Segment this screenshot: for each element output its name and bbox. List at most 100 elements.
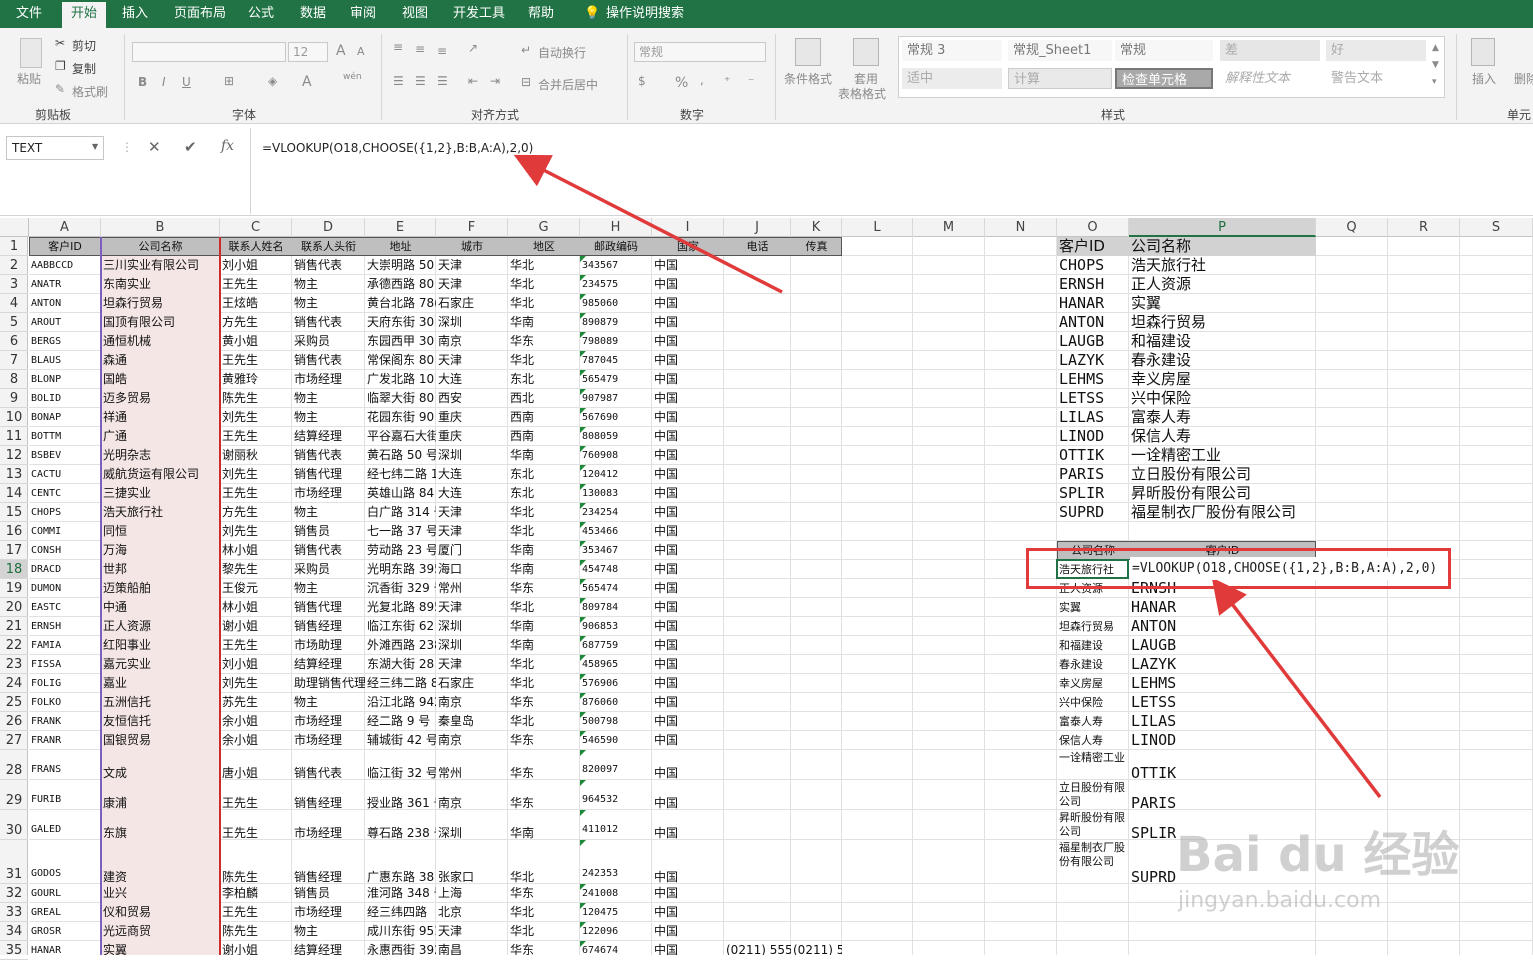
table-cell[interactable]: 天津 [436, 655, 508, 674]
lookup1-name[interactable]: 和福建设 [1129, 332, 1316, 351]
lookup1-name[interactable]: 正人资源 [1129, 275, 1316, 294]
align-right-icon[interactable]: ☰ [437, 74, 448, 88]
table-cell[interactable]: 业兴 [101, 884, 220, 903]
table-cell[interactable]: 林小姐 [220, 541, 292, 560]
table-cell[interactable]: 454748 [580, 560, 652, 579]
table-cell[interactable]: 淮河路 348 号 [365, 884, 436, 903]
header-cell[interactable]: 联系人头衔 [292, 237, 365, 256]
table-cell[interactable]: 陈先生 [220, 922, 292, 941]
row-header-20[interactable]: 20 [0, 598, 28, 617]
table-cell[interactable]: ANTON [29, 294, 101, 313]
table-cell[interactable]: 陈先生 [220, 389, 292, 408]
lookup1-id[interactable]: LILAS [1057, 408, 1129, 427]
table-cell[interactable]: 南京 [436, 780, 508, 810]
table-cell[interactable]: FOLKO [29, 693, 101, 712]
table-cell[interactable]: 威航货运有限公司 [101, 465, 220, 484]
lookup2-name[interactable]: 春永建设 [1057, 655, 1129, 674]
table-cell[interactable]: AROUT [29, 313, 101, 332]
table-cell[interactable]: 深圳 [436, 313, 508, 332]
lookup1-id[interactable]: SPLIR [1057, 484, 1129, 503]
table-cell[interactable]: 中国 [652, 389, 724, 408]
tab-6[interactable]: 审阅 [350, 0, 376, 28]
table-cell[interactable]: 华东 [508, 941, 580, 955]
lookup2-id[interactable]: LAZYK [1129, 655, 1316, 674]
table-cell[interactable]: 130083 [580, 484, 652, 503]
table-cell[interactable]: GOURL [29, 884, 101, 903]
table-cell[interactable]: 平谷嘉石大街 [365, 427, 436, 446]
table-cell[interactable]: 东南实业 [101, 275, 220, 294]
table-cell[interactable]: 王先生 [220, 810, 292, 840]
table-cell[interactable]: 森通 [101, 351, 220, 370]
table-cell[interactable]: 经三纬四路 [365, 903, 436, 922]
table-cell[interactable]: DRACD [29, 560, 101, 579]
table-cell[interactable]: BERGS [29, 332, 101, 351]
lookup1-id[interactable]: ERNSH [1057, 275, 1129, 294]
table-cell[interactable]: 石家庄 [436, 294, 508, 313]
table-cell[interactable]: 王先生 [220, 351, 292, 370]
table-cell[interactable]: 销售员 [292, 884, 365, 903]
table-cell[interactable]: 798089 [580, 332, 652, 351]
table-cell[interactable]: 深圳 [436, 810, 508, 840]
table-cell[interactable]: 深圳 [436, 636, 508, 655]
table-cell[interactable]: 光远商贸 [101, 922, 220, 941]
table-cell[interactable]: 中国 [652, 560, 724, 579]
table-cell[interactable]: 石家庄 [436, 674, 508, 693]
row-header-30[interactable]: 30 [0, 810, 28, 840]
table-cell[interactable]: 华北 [508, 922, 580, 941]
row-header-32[interactable]: 32 [0, 884, 28, 903]
table-cell[interactable]: 正人资源 [101, 617, 220, 636]
table-cell[interactable]: 天津 [436, 522, 508, 541]
table-cell[interactable]: 120475 [580, 903, 652, 922]
table-cell[interactable]: 华北 [508, 275, 580, 294]
table-cell[interactable]: 中国 [652, 617, 724, 636]
select-all-button[interactable] [0, 218, 29, 237]
lookup1-id[interactable]: LINOD [1057, 427, 1129, 446]
table-cell[interactable]: 七一路 37 号 [365, 522, 436, 541]
table-cell[interactable]: 中国 [652, 674, 724, 693]
col-header-C[interactable]: C [220, 218, 292, 237]
header-cell[interactable]: 国家 [652, 237, 724, 256]
table-cell[interactable]: 方先生 [220, 503, 292, 522]
font-size-dropdown[interactable]: 12 [288, 42, 328, 62]
table-cell[interactable]: 光复北路 895 [365, 598, 436, 617]
table-cell[interactable]: 祥通 [101, 408, 220, 427]
lookup2-name[interactable]: 实翼 [1057, 598, 1129, 617]
style-calculation[interactable]: 计算 [1008, 68, 1112, 89]
table-cell[interactable]: 453466 [580, 522, 652, 541]
table-cell[interactable]: 销售代表 [292, 351, 365, 370]
table-cell[interactable]: 中国 [652, 598, 724, 617]
lookup2-id[interactable]: LAUGB [1129, 636, 1316, 655]
row-header-31[interactable]: 31 [0, 840, 28, 884]
grow-font-button[interactable]: A [336, 43, 346, 59]
cell-p18-editor[interactable]: =VLOOKUP(O18,CHOOSE({1,2},B:B,A:A),2,0) [1130, 557, 1448, 580]
table-cell[interactable]: 市场助理 [292, 636, 365, 655]
table-cell[interactable]: 嘉业 [101, 674, 220, 693]
table-cell[interactable]: 华南 [508, 810, 580, 840]
table-cell[interactable]: 王先生 [220, 484, 292, 503]
table-cell[interactable]: 中国 [652, 465, 724, 484]
table-cell[interactable]: 中国 [652, 294, 724, 313]
phonetic-button[interactable]: wén [343, 72, 362, 82]
lookup1-id[interactable]: HANAR [1057, 294, 1129, 313]
table-cell[interactable]: 500798 [580, 712, 652, 731]
lookup1-name[interactable]: 保信人寿 [1129, 427, 1316, 446]
table-cell[interactable]: COMMI [29, 522, 101, 541]
tab-4[interactable]: 公式 [248, 0, 274, 28]
table-cell[interactable]: 南京 [436, 332, 508, 351]
table-cell[interactable]: GODOS [29, 840, 101, 884]
table-cell[interactable]: 深圳 [436, 617, 508, 636]
style-neutral[interactable]: 适中 [902, 68, 1002, 89]
table-cell[interactable]: 谢小姐 [220, 941, 292, 955]
tab-7[interactable]: 视图 [402, 0, 428, 28]
table-cell[interactable]: 120412 [580, 465, 652, 484]
styles-scroll-icon[interactable]: ▲ ▼ ▾ [1432, 40, 1439, 91]
row-header-29[interactable]: 29 [0, 780, 28, 810]
table-cell[interactable]: 永惠西街 392 [365, 941, 436, 955]
table-cell[interactable]: CENTC [29, 484, 101, 503]
col-header-H[interactable]: H [580, 218, 652, 237]
lookup1-id[interactable]: SUPRD [1057, 503, 1129, 522]
table-cell[interactable]: 销售员 [292, 522, 365, 541]
table-cell[interactable]: 谢丽秋 [220, 446, 292, 465]
table-cell[interactable]: FRANS [29, 750, 101, 780]
table-cell[interactable]: 华北 [508, 712, 580, 731]
